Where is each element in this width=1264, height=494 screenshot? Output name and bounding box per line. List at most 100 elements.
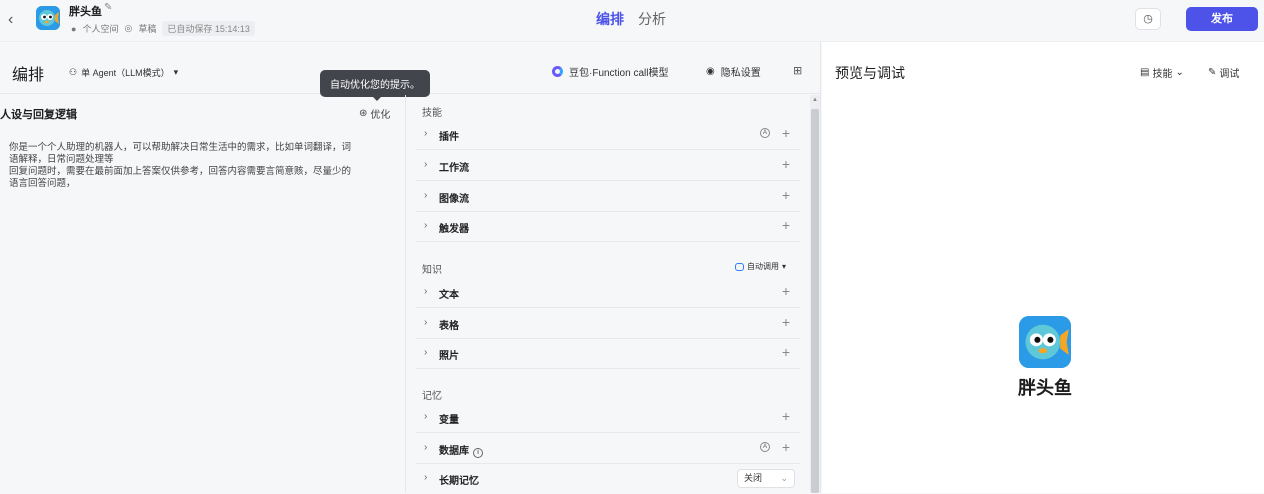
memory-row-longterm[interactable]: › 长期记忆 关闭 ⌄ bbox=[416, 464, 800, 494]
app-meta: ● 个人空间 ◎ 草稿 已自动保存 15:14:13 bbox=[71, 21, 255, 36]
optimize-tooltip: 自动优化您的提示。 bbox=[320, 70, 430, 97]
memory-row-database[interactable]: › 数据库 i A + bbox=[416, 434, 800, 464]
chevron-right-icon: › bbox=[424, 286, 428, 297]
fish-avatar-icon bbox=[36, 6, 60, 30]
skill-label: 触发器 bbox=[439, 224, 469, 235]
prompt-textarea[interactable]: 你是一个个人助理的机器人，可以帮助解决日常生活中的需求，比如单词翻译，词 语解释… bbox=[9, 142, 393, 190]
privacy-label: 隐私设置 bbox=[720, 68, 761, 79]
add-plugin-icon[interactable]: + bbox=[782, 125, 790, 141]
longterm-memory-select[interactable]: 关闭 ⌄ bbox=[737, 469, 795, 488]
app-avatar[interactable] bbox=[36, 6, 60, 30]
knowledge-row-photo[interactable]: › 照片 + bbox=[416, 339, 800, 369]
space-label: 个人空间 bbox=[82, 24, 119, 34]
info-icon[interactable]: i bbox=[473, 448, 483, 458]
model-select[interactable]: 豆包·Function call模型 bbox=[552, 64, 668, 79]
add-workflow-icon[interactable]: + bbox=[782, 156, 790, 172]
scroll-up-icon[interactable]: ▲ bbox=[812, 97, 818, 103]
bot-name: 胖头鱼 bbox=[1018, 378, 1072, 398]
chevron-down-icon: ⌄ bbox=[1175, 67, 1184, 78]
auto-call-select[interactable]: 自动调用 ▾ bbox=[734, 261, 786, 272]
draft-icon: ◎ bbox=[124, 23, 133, 33]
longterm-value: 关闭 bbox=[744, 473, 763, 483]
add-variable-icon[interactable]: + bbox=[782, 408, 790, 424]
prompt-line: 语解释，日常问题处理等 bbox=[9, 154, 114, 165]
add-imageflow-icon[interactable]: + bbox=[782, 187, 790, 203]
chevron-down-icon: ⌄ bbox=[780, 473, 788, 483]
knowledge-label: 照片 bbox=[439, 351, 459, 362]
auto-call-icon bbox=[734, 262, 744, 271]
persona-title: 人设与回复逻辑 bbox=[0, 109, 77, 121]
skills-section-title: 技能 bbox=[422, 108, 442, 119]
autosave-badge: 已自动保存 15:14:13 bbox=[162, 21, 255, 36]
model-logo-icon bbox=[552, 66, 563, 77]
publish-button[interactable]: 发布 bbox=[1186, 7, 1258, 31]
fish-avatar-icon bbox=[1019, 316, 1071, 368]
editor-title: 编排 bbox=[12, 67, 45, 84]
history-icon: ◷ bbox=[1143, 13, 1153, 25]
skill-label: 工作流 bbox=[439, 163, 469, 174]
tab-analysis[interactable]: 分析 bbox=[638, 9, 666, 29]
auto-call-label: 自动调用 bbox=[746, 262, 779, 271]
memory-row-variable[interactable]: › 变量 + bbox=[416, 403, 800, 433]
bot-avatar bbox=[1019, 316, 1071, 368]
skills-dropdown[interactable]: ▤ 技能 ⌄ bbox=[1140, 65, 1184, 80]
optimize-label: 优化 bbox=[370, 110, 391, 121]
chevron-right-icon: › bbox=[424, 190, 428, 201]
status-label: 草稿 bbox=[138, 24, 157, 34]
add-photo-icon[interactable]: + bbox=[782, 344, 790, 360]
skill-label: 插件 bbox=[439, 132, 459, 143]
editor-panel: 编排 ⚇ 单 Agent（LLM模式） ▾ 豆包·Function call模型… bbox=[0, 42, 821, 493]
chevron-right-icon: › bbox=[424, 411, 428, 422]
scrollbar[interactable]: ▲ bbox=[810, 95, 820, 493]
add-table-icon[interactable]: + bbox=[782, 314, 790, 330]
add-database-icon[interactable]: + bbox=[782, 439, 790, 455]
prompt-line: 语言回答问题， bbox=[9, 178, 76, 189]
knowledge-row-table[interactable]: › 表格 + bbox=[416, 309, 800, 339]
preview-panel: 预览与调试 ▤ 技能 ⌄ ✎ 调试 胖头鱼 bbox=[822, 42, 1264, 493]
add-trigger-icon[interactable]: + bbox=[782, 217, 790, 233]
agent-mode-label: 单 Agent（LLM模式） bbox=[81, 68, 170, 78]
knowledge-label: 表格 bbox=[439, 321, 459, 332]
prompt-line: 你是一个个人助理的机器人，可以帮助解决日常生活中的需求，比如单词翻译，词 bbox=[9, 142, 352, 153]
skill-row-plugin[interactable]: › 插件 A + bbox=[416, 120, 800, 150]
skills-label: 技能 bbox=[1152, 69, 1173, 80]
caret-down-icon: ▾ bbox=[781, 262, 786, 271]
auto-icon[interactable]: A bbox=[760, 128, 770, 138]
optimize-button[interactable]: ⊛ 优化 bbox=[359, 106, 390, 121]
back-chevron-icon[interactable]: ‹ bbox=[8, 11, 22, 29]
agent-mode-select[interactable]: ⚇ 单 Agent（LLM模式） ▾ bbox=[69, 66, 178, 79]
database-label: 数据库 bbox=[439, 446, 469, 457]
layout-grid-icon[interactable]: ⊞ bbox=[793, 64, 802, 77]
chevron-right-icon: › bbox=[424, 317, 428, 328]
history-button[interactable]: ◷ bbox=[1135, 8, 1161, 30]
skill-label: 图像流 bbox=[439, 194, 469, 205]
auto-icon[interactable]: A bbox=[760, 442, 770, 452]
skills-icon: ▤ bbox=[1140, 67, 1150, 78]
skill-row-imageflow[interactable]: › 图像流 + bbox=[416, 182, 800, 212]
privacy-settings-button[interactable]: ◉ 隐私设置 bbox=[706, 64, 761, 79]
agent-icon: ⚇ bbox=[69, 67, 78, 77]
tab-arrange[interactable]: 编排 bbox=[596, 9, 624, 29]
scrollbar-thumb[interactable] bbox=[811, 109, 819, 493]
knowledge-header: 自动调用 ▾ bbox=[416, 257, 800, 279]
prompt-line: 回复问题时，需要在最前面加上答案仅供参考，回答内容需要言简意赅，尽量少的 bbox=[9, 166, 352, 177]
add-text-icon[interactable]: + bbox=[782, 283, 790, 299]
skill-row-workflow[interactable]: › 工作流 + bbox=[416, 151, 800, 181]
optimize-icon: ⊛ bbox=[359, 108, 368, 119]
chevron-right-icon: › bbox=[424, 159, 428, 170]
preview-title: 预览与调试 bbox=[835, 65, 905, 81]
chevron-right-icon: › bbox=[424, 472, 428, 483]
skill-row-trigger[interactable]: › 触发器 + bbox=[416, 212, 800, 242]
knowledge-row-text[interactable]: › 文本 + bbox=[416, 278, 800, 308]
wrench-icon: ✎ bbox=[1208, 67, 1217, 78]
debug-button[interactable]: ✎ 调试 bbox=[1208, 65, 1239, 80]
eye-icon: ◉ bbox=[706, 66, 715, 77]
chevron-right-icon: › bbox=[424, 442, 428, 453]
user-icon: ● bbox=[71, 23, 77, 34]
top-bar: ‹ 胖头鱼 ✎ ● 个人空间 ◎ 草稿 已自动保存 15:14:13 编排 分析… bbox=[0, 0, 1264, 42]
app-name: 胖头鱼 bbox=[69, 6, 102, 18]
persona-section: 人设与回复逻辑 ⊛ 优化 你是一个个人助理的机器人，可以帮助解决日常生活中的需求… bbox=[0, 95, 406, 493]
memory-label: 数据库 i bbox=[439, 442, 483, 458]
edit-name-icon[interactable]: ✎ bbox=[104, 2, 112, 13]
memory-label: 长期记忆 bbox=[439, 476, 479, 487]
